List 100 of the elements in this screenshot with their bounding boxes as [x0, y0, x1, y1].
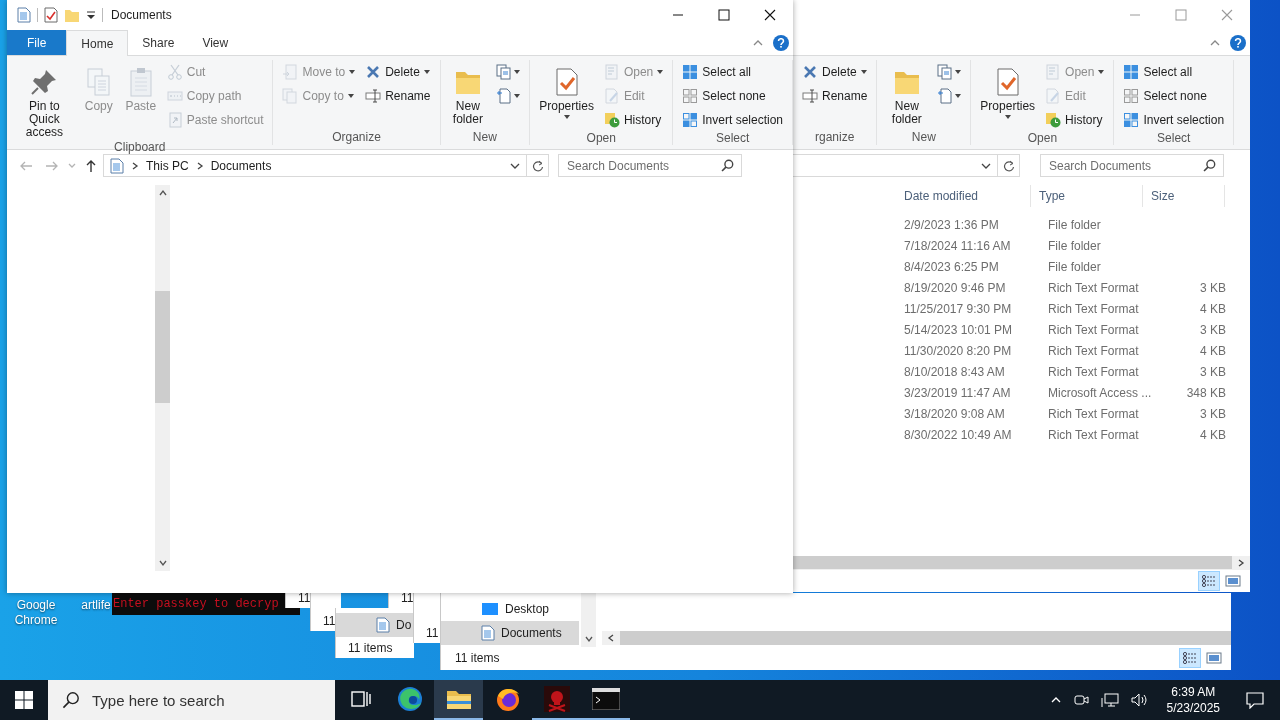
- details-view-button[interactable]: [1198, 571, 1220, 591]
- question-icon: [1234, 37, 1242, 48]
- new-item-icon: [496, 64, 513, 80]
- question-icon: [777, 37, 785, 48]
- folder-icon: [445, 688, 472, 710]
- caret-icon: [514, 94, 521, 98]
- document-icon: [17, 7, 31, 23]
- type-cell-text: Rich Text Format: [1047, 427, 1140, 442]
- date-cell-text: 7/18/2024 11:16 AM: [903, 238, 1012, 253]
- size-cell-text: 4 KB: [1199, 427, 1227, 442]
- status-text: 11: [400, 593, 415, 607]
- large-icons-view-icon: [1225, 574, 1241, 588]
- ribbon-button[interactable]: History: [1042, 110, 1108, 130]
- scissors-icon: [166, 64, 183, 80]
- open-icon: [603, 64, 620, 80]
- edge-icon: [396, 686, 423, 712]
- ribbon-button[interactable]: Select all: [1120, 62, 1228, 82]
- caret-icon: [514, 70, 521, 74]
- ribbon-button[interactable]: Select none: [1120, 86, 1228, 106]
- taskbar-app-button[interactable]: [434, 680, 483, 720]
- chevron-icon: [130, 160, 140, 171]
- scrollbar[interactable]: [793, 556, 1250, 569]
- refresh-icon: [1002, 159, 1015, 172]
- ribbon-button[interactable]: Select all: [679, 62, 786, 82]
- details-view-button[interactable]: [1179, 648, 1201, 668]
- ribbon-tab[interactable]: Home: [66, 30, 129, 56]
- nav-item[interactable]: Documents: [441, 621, 579, 645]
- breadcrumb-item[interactable]: Documents: [210, 158, 272, 173]
- clock[interactable]: 6:39 AM 5/23/2025: [1158, 684, 1228, 716]
- status-text: 11 items: [347, 641, 394, 657]
- scroll-up-icon: [157, 188, 168, 198]
- caret-icon: [349, 70, 356, 74]
- group-label: Organize: [331, 129, 382, 145]
- ribbon-button[interactable]: Rename: [799, 86, 871, 106]
- ribbon-tab[interactable]: Share: [128, 30, 189, 55]
- edit-icon: [1045, 88, 1062, 104]
- scrollbar[interactable]: [602, 631, 1231, 645]
- ribbon-button[interactable]: Select none: [679, 86, 786, 106]
- help-icon[interactable]: [1230, 34, 1246, 51]
- scroll-left-icon: [606, 633, 616, 643]
- rename-icon: [365, 88, 382, 104]
- rename-icon: [802, 88, 818, 104]
- search-field[interactable]: Search Documents: [558, 154, 742, 177]
- details-view-icon: [1182, 651, 1198, 665]
- column-header[interactable]: Size: [1143, 185, 1225, 207]
- status-text: 11: [425, 626, 440, 642]
- camera-icon: [1072, 692, 1089, 708]
- caret-icon: [1098, 70, 1105, 74]
- ribbon-button[interactable]: History: [600, 110, 667, 130]
- column-header[interactable]: Type: [1031, 185, 1143, 207]
- ribbon-button[interactable]: New folder: [883, 62, 931, 126]
- group-label: Clipboard: [113, 139, 167, 155]
- ribbon-button[interactable]: Invert selection: [1120, 110, 1228, 130]
- nav-item[interactable]: Do: [336, 613, 414, 637]
- size-cell-text: 348 KB: [1185, 385, 1227, 400]
- network-icon: [1100, 692, 1119, 708]
- select-none-icon: [682, 88, 699, 104]
- ribbon-button[interactable]: Delete: [362, 62, 434, 82]
- refresh-button[interactable]: [998, 154, 1020, 177]
- caret-icon: [347, 94, 354, 98]
- taskbar-search-field[interactable]: Type here to search: [48, 680, 335, 720]
- ribbon-button[interactable]: Invert selection: [679, 110, 786, 130]
- nav-item[interactable]: Desktop: [441, 597, 579, 621]
- network-button[interactable]: [1098, 692, 1121, 708]
- address-bar[interactable]: This PC Documents: [103, 154, 527, 177]
- ribbon-button[interactable]: Properties: [977, 62, 1039, 119]
- ribbon-tab[interactable]: View: [188, 30, 243, 55]
- type-cell-text: Microsoft Access ...: [1047, 385, 1153, 400]
- skull-icon: [543, 686, 570, 712]
- ribbon-button[interactable]: Pin to Quick access: [13, 62, 76, 139]
- refresh-button[interactable]: [527, 154, 549, 177]
- group-label: New: [471, 129, 498, 145]
- size-cell-text: 3 KB: [1199, 322, 1227, 337]
- open-icon: [1045, 64, 1062, 80]
- ribbon-button[interactable]: Rename: [362, 86, 434, 106]
- help-icon[interactable]: [773, 34, 789, 51]
- customize-caret-icon: [86, 9, 96, 21]
- column-header[interactable]: Date modified: [895, 185, 1031, 207]
- document-icon: [376, 617, 390, 633]
- date-cell-text: 8/10/2018 8:43 AM: [903, 364, 1006, 379]
- properties-icon: [44, 7, 58, 23]
- delete-icon: [802, 64, 818, 80]
- scrollbar[interactable]: [581, 593, 596, 647]
- group-label: Open: [1026, 130, 1059, 146]
- history-icon: [603, 112, 620, 128]
- ribbon-tab[interactable]: File: [7, 30, 67, 55]
- size-cell-text: 3 KB: [1199, 280, 1227, 295]
- group-label: Open: [585, 130, 617, 146]
- scrollbar[interactable]: [155, 185, 170, 571]
- ribbon-button[interactable]: New folder: [446, 62, 490, 126]
- windows-logo-icon: [15, 691, 33, 709]
- ribbon-button[interactable]: Properties: [536, 62, 597, 119]
- up-arrow-icon: [85, 158, 97, 173]
- document-icon: [481, 625, 495, 641]
- breadcrumb-item[interactable]: This PC: [146, 158, 189, 173]
- ribbon-button[interactable]: Delete: [799, 62, 871, 82]
- search-field[interactable]: Search Documents: [1040, 154, 1224, 177]
- search-icon: [721, 159, 734, 172]
- folder-icon: [64, 7, 80, 23]
- speech-bubble-icon: [1246, 691, 1264, 709]
